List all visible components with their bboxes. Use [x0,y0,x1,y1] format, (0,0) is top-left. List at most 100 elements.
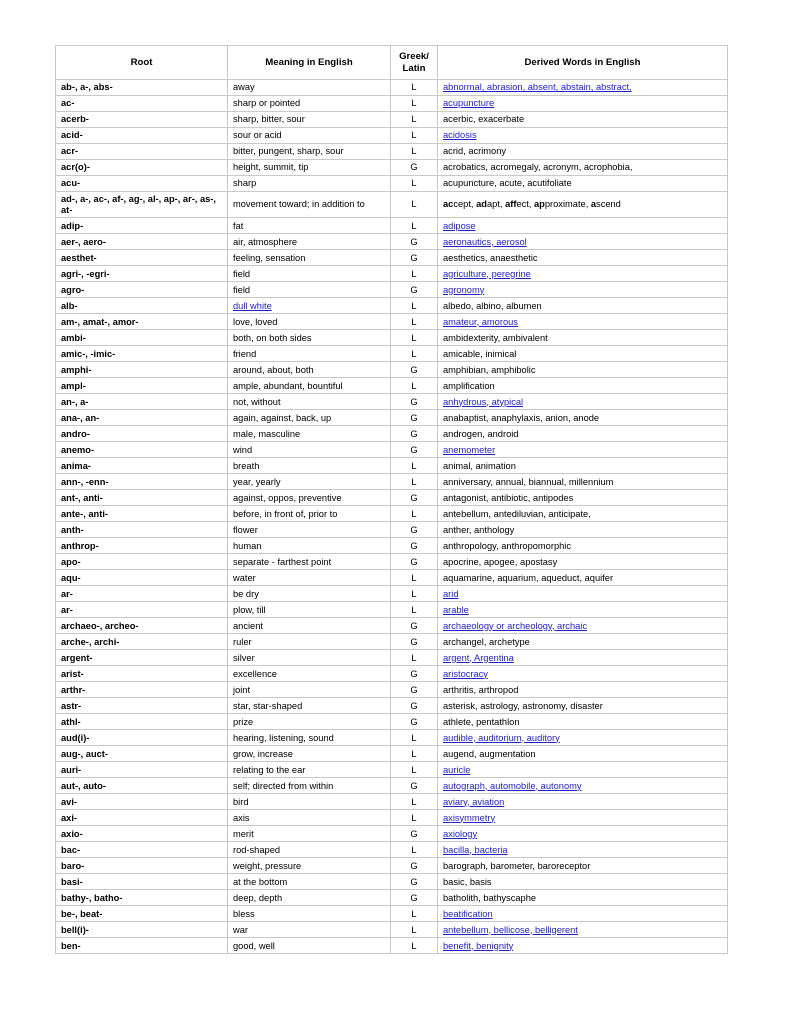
derived-words-link[interactable]: aeronautics, aerosol [443,237,527,247]
derived-words-cell: animal, animation [437,457,728,475]
derived-words-link[interactable]: axiology [443,829,477,839]
meaning-cell: bless [227,905,391,923]
table-row: amphi-around, about, both Gamphibian, amp… [55,361,728,379]
root-cell: am-, amat-, amor- [55,313,228,331]
table-row: alb-dull white Lalbedo, albino, albumen [55,297,728,315]
origin-cell: L [390,937,438,955]
origin-cell: G [390,537,438,555]
root-cell: auri- [55,761,228,779]
table-row: anemo-wind Ganemometer [55,441,728,459]
root-cell: baro- [55,857,228,875]
meaning-cell: bitter, pungent, sharp, sour [227,143,391,160]
derived-words-link[interactable]: adipose [443,221,476,231]
table-row: am-, amat-, amor-love, loved Lamateur, am… [55,313,728,331]
derived-words-link[interactable]: audible, auditorium, auditory [443,733,560,743]
derived-words-link[interactable]: anhydrous, atypical [443,397,523,407]
derived-words-cell: aquamarine, aquarium, aqueduct, aquifer [437,569,728,587]
origin-cell: G [390,393,438,411]
root-cell: basi- [55,873,228,891]
origin-cell: L [390,585,438,603]
table-row: baro-weight, pressure Gbarograph, baromet… [55,857,728,875]
origin-cell: L [390,127,438,144]
derived-words-link[interactable]: arable [443,605,469,615]
derived-words-link[interactable]: beatification [443,909,493,919]
meaning-cell: bird [227,793,391,811]
derived-words-link[interactable]: abnormal, abrasion, absent, abstain, abs… [443,82,632,92]
table-row: acu-sharp Lacupuncture, acute, acutifolia… [55,175,728,192]
origin-cell: L [390,905,438,923]
root-cell: apo- [55,553,228,571]
origin-cell: L [390,313,438,331]
root-cell: arthr- [55,681,228,699]
table-row: arthr-joint Garthritis, arthropod [55,681,728,699]
origin-cell: L [390,377,438,395]
derived-words-link[interactable]: antebellum, bellicose, belligerent [443,925,578,935]
root-cell: amic-, -imic- [55,345,228,363]
derived-words-link[interactable]: axisymmetry [443,813,495,823]
meaning-cell: war [227,921,391,939]
derived-words-cell: autograph, automobile, autonomy [437,777,728,795]
origin-cell: L [390,921,438,939]
root-cell: ab-, a-, abs- [55,79,228,96]
derived-prefix: aff [505,199,517,210]
derived-words-link[interactable]: auricle [443,765,470,775]
derived-words-link[interactable]: anemometer [443,445,495,455]
root-cell: ante-, anti- [55,505,228,523]
table-row: arche-, archi-ruler Garchangel, archetype [55,633,728,651]
origin-cell: G [390,633,438,651]
derived-prefix: a [590,199,597,210]
root-cell: ar- [55,585,228,603]
derived-words-link[interactable]: bacilla, bacteria [443,845,508,855]
meaning-cell: star, star-shaped [227,697,391,715]
root-cell: anemo- [55,441,228,459]
table-row: acerb-sharp, bitter, sour Lacerbic, exace… [55,111,728,128]
derived-words-link[interactable]: argent, Argentina [443,653,514,663]
meaning-cell: friend [227,345,391,363]
meaning-cell: dull white [227,297,391,315]
table-row: bathy-, batho-deep, depth Gbatholith, bat… [55,889,728,907]
origin-cell: L [390,217,438,235]
root-cell: axi- [55,809,228,827]
derived-words-cell: beatification [437,905,728,923]
root-cell: acu- [55,175,228,192]
origin-cell: G [390,889,438,907]
derived-words-link[interactable]: acupuncture [443,98,494,108]
table-header: Root Meaning in English Greek/ Latin Der… [55,45,728,80]
origin-cell: L [390,190,438,219]
derived-words-link[interactable]: archaeology or archeology, archaic [443,621,587,631]
table-row: apo-separate - farthest point Gapocrine, … [55,553,728,571]
derived-words-link[interactable]: benefit, benignity [443,941,513,951]
column-header-derived: Derived Words in English [437,45,728,80]
derived-words-cell: acrobatics, acromegaly, acronym, acropho… [437,159,728,176]
derived-prefix: ac [443,199,454,210]
origin-cell: L [390,841,438,859]
table-row: ann-, -enn-year, yearly Lanniversary, ann… [55,473,728,491]
root-cell: bac- [55,841,228,859]
derived-words-link[interactable]: autograph, automobile, autonomy [443,781,582,791]
derived-words-cell: bacilla, bacteria [437,841,728,859]
derived-words-cell: amicable, inimical [437,345,728,363]
table-row: ad-, a-, ac-, af-, ag-, al-, ap-, ar-, a… [55,190,728,219]
derived-words-cell: anemometer [437,441,728,459]
derived-words-link[interactable]: acidosis [443,130,477,140]
table-row: arist-excellence Garistocracy [55,665,728,683]
derived-words-link[interactable]: aristocracy [443,669,488,679]
derived-words-cell: aeronautics, aerosol [437,233,728,251]
root-cell: acerb- [55,111,228,128]
meaning-cell: at the bottom [227,873,391,891]
derived-words-link[interactable]: agriculture, peregrine [443,269,531,279]
derived-words-link[interactable]: agronomy [443,285,484,295]
derived-words-cell: apocrine, apogee, apostasy [437,553,728,571]
derived-words-link[interactable]: arid [443,589,459,599]
origin-cell: L [390,95,438,112]
derived-words-cell: anhydrous, atypical [437,393,728,411]
root-cell: ben- [55,937,228,955]
table-row: adip-fat Ladipose [55,217,728,235]
meaning-link[interactable]: dull white [233,301,272,311]
root-cell: alb- [55,297,228,315]
table-row: ana-, an-again, against, back, up Ganabap… [55,409,728,427]
meaning-cell: flower [227,521,391,539]
origin-cell: L [390,649,438,667]
derived-words-link[interactable]: aviary, aviation [443,797,504,807]
derived-words-link[interactable]: amateur, amorous [443,317,518,327]
